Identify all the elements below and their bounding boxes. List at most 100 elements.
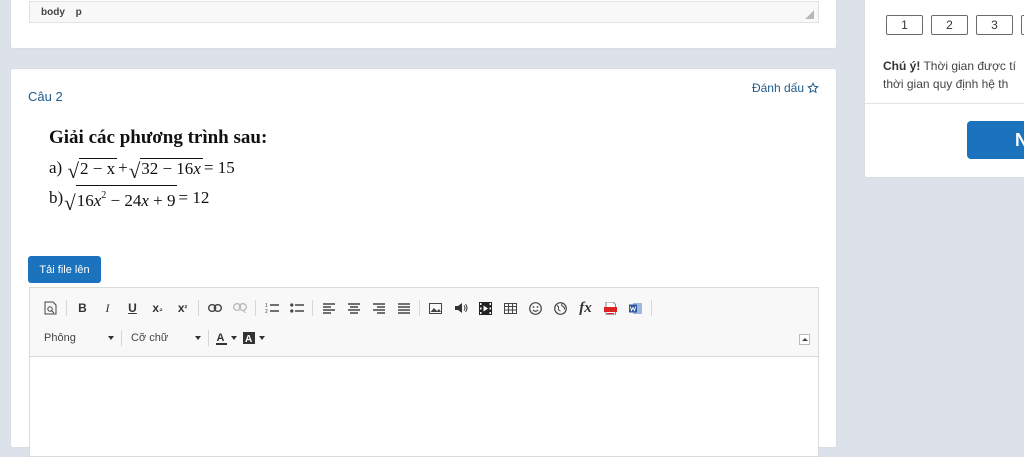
collapse-toolbar-button[interactable] (799, 334, 810, 345)
font-combo[interactable]: Phông (38, 327, 118, 349)
unlink-icon (232, 303, 247, 313)
text-color-icon: A (215, 332, 227, 345)
chevron-down-icon (195, 336, 201, 340)
toolbar-separator (198, 300, 199, 316)
star-outline-icon (807, 82, 819, 94)
resize-grip[interactable] (805, 10, 814, 19)
path-p[interactable]: p (76, 7, 82, 18)
svg-text:2: 2 (265, 309, 268, 314)
preview-icon (44, 301, 57, 315)
radicand-b-coef: 16 (76, 191, 94, 210)
equation-b-label: b) (49, 188, 64, 207)
background-color-button[interactable]: A (240, 327, 268, 349)
background-color-icon: A (243, 332, 255, 344)
justify-button[interactable] (391, 297, 416, 319)
sqrt-2-minus-x: √ 2 − x (67, 157, 118, 183)
question-nav-3[interactable]: 3 (976, 15, 1013, 35)
svg-text:A: A (216, 332, 224, 344)
equation-a-rhs: = 15 (203, 158, 235, 177)
equation-a: a) √ 2 − x + √ 32 − 16x = 15 (49, 153, 267, 183)
radicand-b-const: + 9 (148, 191, 176, 210)
bullet-list-button[interactable] (284, 297, 309, 319)
editor-status-bar: body p (29, 1, 819, 23)
align-center-icon (347, 302, 360, 314)
question-card: Câu 2 Đánh dấu Giải các phương trình sau… (10, 68, 837, 457)
smiley-icon (529, 301, 542, 315)
video-button[interactable] (473, 297, 498, 319)
toolbar-row-2: Phông Cỡ chữ A A (38, 327, 268, 349)
equation-b: b) √ 16x2 − 24x + 9 = 12 (49, 183, 267, 214)
note-line-2: thời gian quy định hệ th (883, 77, 1009, 91)
equation-a-label: a) (49, 158, 63, 177)
superscript-button[interactable]: x² (170, 297, 195, 319)
previous-question-card: body p (10, 0, 837, 49)
font-size-combo[interactable]: Cỡ chữ (125, 327, 205, 349)
bold-button[interactable]: B (70, 297, 95, 319)
underline-button[interactable]: U (120, 297, 145, 319)
image-icon (429, 302, 442, 314)
speaker-icon (454, 303, 467, 313)
question-nav-2[interactable]: 2 (931, 15, 968, 35)
image-button[interactable] (423, 297, 448, 319)
table-button[interactable] (498, 297, 523, 319)
align-center-button[interactable] (341, 297, 366, 319)
align-left-icon (322, 302, 335, 314)
submit-button[interactable]: N (967, 121, 1024, 159)
editor-content-area[interactable] (30, 357, 818, 457)
audio-button[interactable] (448, 297, 473, 319)
chevron-down-icon (230, 336, 237, 340)
equation-b-rhs: = 12 (178, 188, 210, 207)
toolbar-separator (651, 300, 652, 316)
text-color-button[interactable]: A (212, 327, 240, 349)
note-line-1: Thời gian được tí (920, 59, 1016, 73)
subscript-mark: ₂ (159, 303, 163, 313)
toolbar-separator (419, 300, 420, 316)
subscript-button[interactable]: x₂ (145, 297, 170, 319)
editor-toolbar: B I U x₂ x² 12 fx Phông Cỡ chữ A A (30, 288, 818, 357)
chevron-down-icon (259, 336, 265, 340)
sqrt-quadratic: √ 16x2 − 24x + 9 (64, 185, 178, 214)
toolbar-separator (208, 330, 209, 346)
question-navigator: 1 2 3 (886, 15, 1024, 35)
italic-button[interactable]: I (95, 297, 120, 319)
question-content: Giải các phương trình sau: a) √ 2 − x + √… (49, 123, 268, 214)
numbered-list-button[interactable]: 12 (259, 297, 284, 319)
superscript-x: x (177, 301, 185, 315)
emoji-button[interactable] (523, 297, 548, 319)
font-combo-label: Phông (44, 332, 76, 344)
upload-file-button[interactable]: Tải file lên (28, 256, 101, 283)
paste-from-pdf-button[interactable] (598, 297, 623, 319)
unlink-button[interactable] (227, 297, 252, 319)
iframe-button[interactable] (548, 297, 573, 319)
align-right-button[interactable] (366, 297, 391, 319)
paste-from-word-button[interactable] (623, 297, 648, 319)
sidebar-card: 1 2 3 Chú ý! Thời gian được tí thời gian… (864, 0, 1024, 178)
collapse-icon (801, 338, 808, 341)
radicand-b-var2: x (141, 191, 149, 210)
link-button[interactable] (202, 297, 227, 319)
rich-text-editor: B I U x₂ x² 12 fx Phông Cỡ chữ A A (29, 287, 819, 457)
mark-flag-button[interactable]: Đánh dấu (752, 81, 819, 95)
radicand-a1: 2 − x (80, 158, 116, 178)
toolbar-separator (255, 300, 256, 316)
question-heading: Giải các phương trình sau: (49, 127, 268, 148)
note-bold: Chú ý! (883, 59, 921, 73)
pdf-icon (604, 301, 617, 315)
sidebar-divider (865, 103, 1024, 104)
chevron-down-icon (108, 336, 114, 340)
align-left-button[interactable] (316, 297, 341, 319)
bullet-list-icon (289, 303, 304, 313)
radicand-a2: 32 − 16 (141, 158, 194, 178)
toolbar-separator (312, 300, 313, 316)
preview-button[interactable] (38, 297, 63, 319)
toolbar-row-1: B I U x₂ x² 12 fx (38, 297, 655, 319)
subscript-x: x (152, 301, 160, 315)
toolbar-separator (121, 330, 122, 346)
time-note: Chú ý! Thời gian được tí thời gian quy đ… (883, 57, 1024, 93)
formula-button[interactable]: fx (573, 297, 598, 319)
question-nav-1[interactable]: 1 (886, 15, 923, 35)
path-body[interactable]: body (41, 7, 65, 18)
font-size-combo-label: Cỡ chữ (131, 332, 169, 344)
globe-icon (554, 301, 567, 315)
table-icon (504, 302, 517, 314)
